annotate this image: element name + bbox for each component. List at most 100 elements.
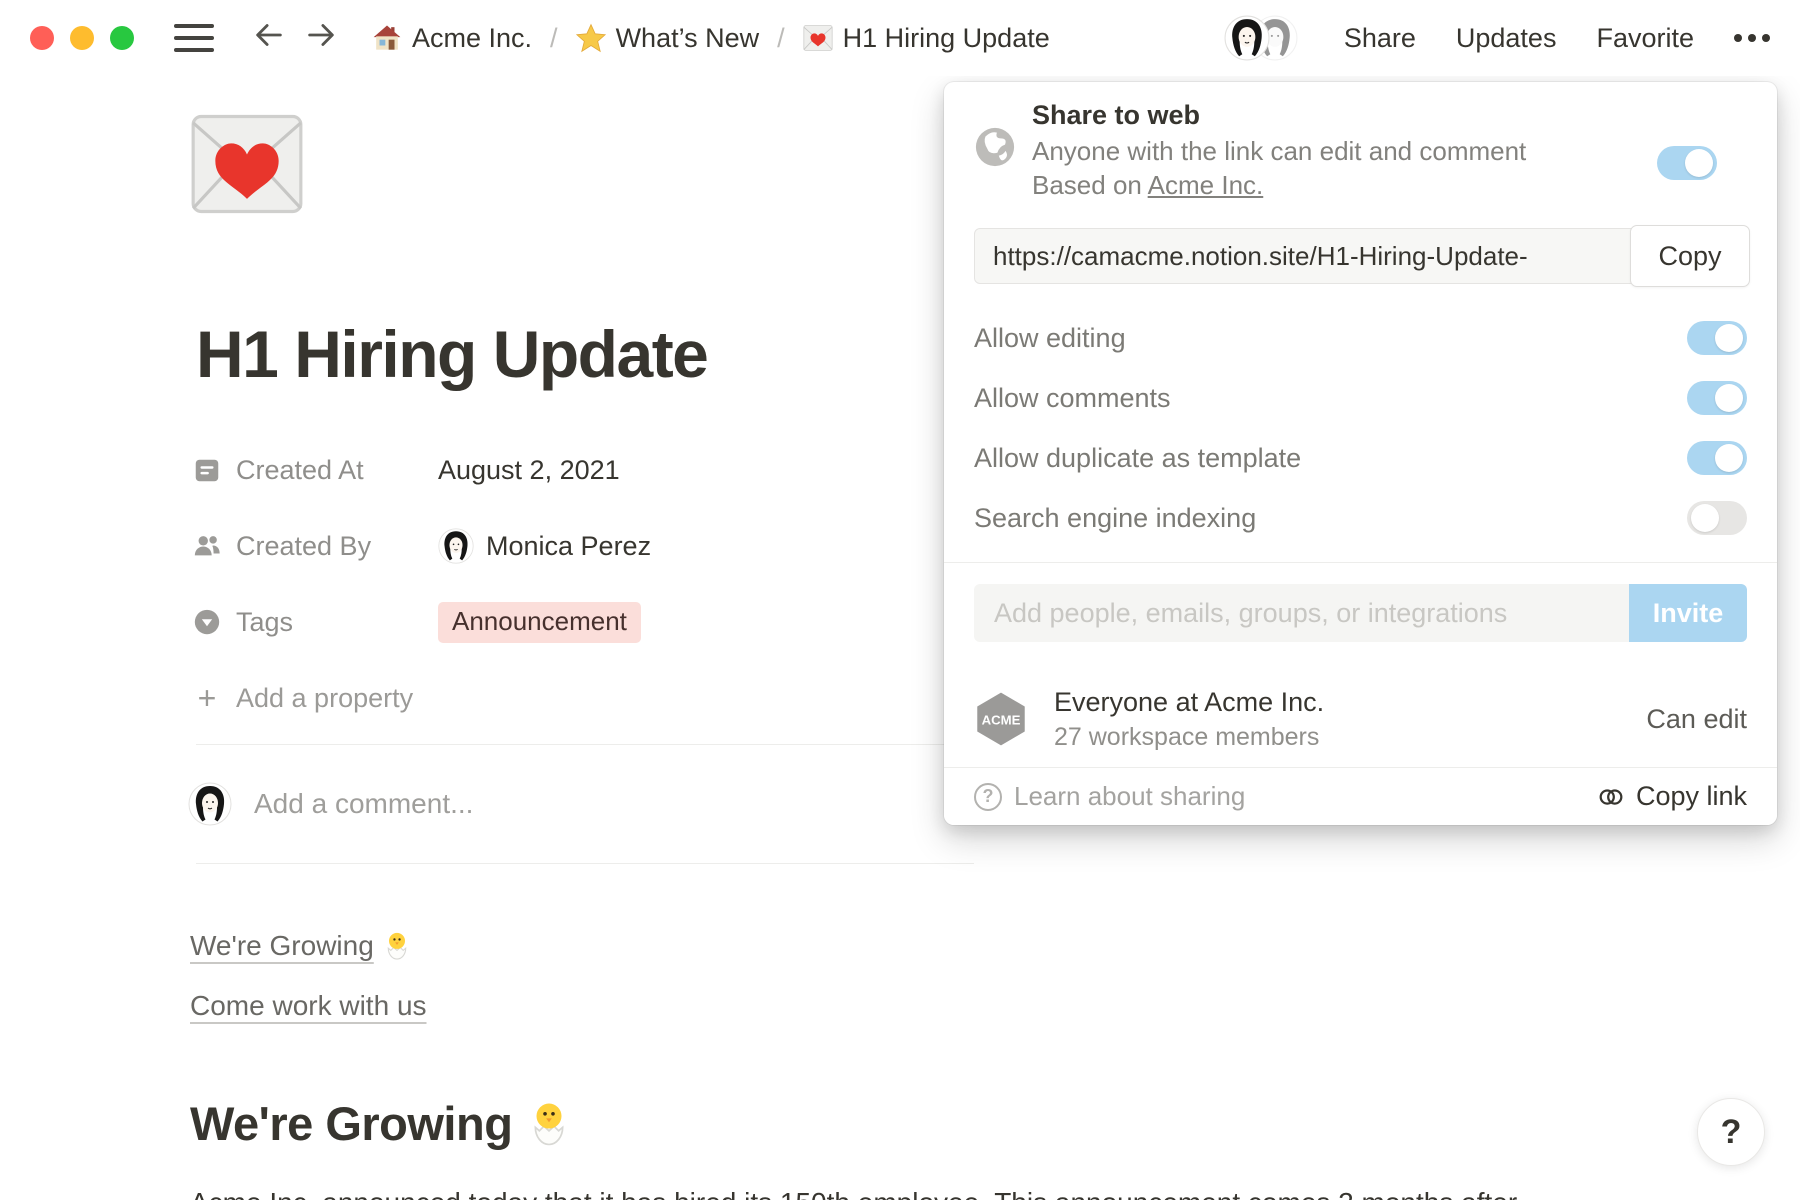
commenter-avatar [188, 782, 232, 826]
invite-people-input[interactable] [974, 584, 1629, 642]
group-info: Everyone at Acme Inc. 27 workspace membe… [1054, 685, 1324, 753]
share-button[interactable]: Share [1344, 23, 1416, 54]
toc-link-come-work-with-us[interactable]: Come work with us [190, 990, 427, 1022]
toc-link-label: Come work with us [190, 990, 427, 1022]
share-settings: Allow editing Allow comments Allow dupli… [974, 308, 1747, 548]
setting-label: Allow editing [974, 323, 1126, 354]
based-on-prefix: Based on [1032, 170, 1148, 200]
learn-about-sharing-link[interactable]: ? Learn about sharing [974, 781, 1245, 812]
property-key-created-at[interactable]: Created At [192, 455, 438, 486]
popover-divider [944, 562, 1777, 563]
setting-search-indexing[interactable]: Search engine indexing [974, 488, 1747, 548]
user-avatar[interactable] [1224, 15, 1270, 61]
svg-text:ACME: ACME [982, 712, 1021, 727]
topbar-actions: Share Updates Favorite [1224, 15, 1770, 61]
property-label: Created By [236, 531, 371, 562]
house-icon [372, 23, 402, 53]
plus-icon: + [192, 680, 222, 717]
history-nav [252, 18, 338, 59]
property-label: Tags [236, 607, 293, 638]
people-icon [192, 531, 222, 561]
property-key-created-by[interactable]: Created By [192, 531, 438, 562]
monica-avatar [438, 528, 474, 564]
setting-label: Search engine indexing [974, 503, 1256, 534]
breadcrumb-separator: / [771, 23, 791, 54]
group-members-count: 27 workspace members [1054, 721, 1324, 753]
tag-announcement[interactable]: Announcement [438, 602, 641, 643]
breadcrumb: Acme Inc. / What’s New / H1 Hiring Updat… [372, 23, 1050, 54]
breadcrumb-label: Acme Inc. [412, 23, 532, 54]
copy-link-button[interactable]: Copy link [1596, 781, 1747, 812]
allow-comments-toggle[interactable] [1687, 381, 1747, 415]
presence-avatars [1224, 15, 1298, 61]
body-paragraph: Acme Inc. announced today that it has hi… [190, 1183, 1620, 1200]
forward-arrow-icon[interactable] [304, 18, 338, 59]
love-letter-icon [803, 23, 833, 53]
invite-button[interactable]: Invite [1629, 584, 1747, 642]
allow-duplicate-toggle[interactable] [1687, 441, 1747, 475]
help-button[interactable]: ? [1697, 1098, 1765, 1166]
minimize-window-button[interactable] [70, 26, 94, 50]
learn-label: Learn about sharing [1014, 781, 1245, 812]
allow-editing-toggle[interactable] [1687, 321, 1747, 355]
property-value-created-at[interactable]: August 2, 2021 [438, 455, 620, 486]
back-arrow-icon[interactable] [252, 18, 286, 59]
setting-label: Allow comments [974, 383, 1171, 414]
breadcrumb-separator: / [544, 23, 564, 54]
hatching-chick-icon [526, 1099, 572, 1149]
page-title[interactable]: H1 Hiring Update [196, 316, 707, 392]
group-name: Everyone at Acme Inc. [1054, 685, 1324, 719]
share-to-web-section: Share to web Anyone with the link can ed… [974, 96, 1747, 202]
property-row-created-at: Created At August 2, 2021 [192, 432, 932, 508]
page-properties: Created At August 2, 2021 Created By Mon… [192, 432, 932, 736]
property-row-tags: Tags Announcement [192, 584, 932, 660]
page-emoji-love-letter[interactable] [190, 112, 304, 216]
created-by-name: Monica Perez [486, 531, 651, 562]
updates-button[interactable]: Updates [1456, 23, 1557, 54]
permission-label: Can edit [1646, 704, 1747, 735]
invite-row: Invite [974, 584, 1747, 642]
acme-logo: ACME [974, 690, 1028, 748]
star-icon [576, 23, 606, 53]
share-to-web-toggle[interactable] [1657, 146, 1717, 180]
search-indexing-toggle[interactable] [1687, 501, 1747, 535]
add-property-label: Add a property [236, 683, 413, 714]
share-to-web-title: Share to web [1032, 96, 1526, 134]
globe-icon [974, 126, 1016, 168]
breadcrumb-item-current-page[interactable]: H1 Hiring Update [803, 23, 1050, 54]
share-to-web-subtitle: Anyone with the link can edit and commen… [1032, 134, 1526, 168]
setting-allow-comments[interactable]: Allow comments [974, 368, 1747, 428]
divider [196, 863, 974, 864]
more-options-icon[interactable] [1734, 34, 1770, 42]
setting-allow-editing[interactable]: Allow editing [974, 308, 1747, 368]
breadcrumb-item-whats-new[interactable]: What’s New [576, 23, 760, 54]
share-url-row: Copy [974, 228, 1747, 286]
popover-footer: ? Learn about sharing Copy link [944, 767, 1777, 825]
comment-composer[interactable]: Add a comment... [188, 782, 473, 826]
breadcrumb-label: H1 Hiring Update [843, 23, 1050, 54]
sidebar-menu-icon[interactable] [174, 24, 214, 52]
property-value-tags[interactable]: Announcement [438, 602, 641, 643]
permission-dropdown[interactable]: Can edit [1646, 704, 1747, 735]
property-value-created-by[interactable]: Monica Perez [438, 528, 651, 564]
toc-link-label: We're Growing [190, 930, 374, 962]
calendar-icon [192, 455, 222, 485]
comment-placeholder: Add a comment... [254, 788, 473, 820]
window-controls [30, 26, 134, 50]
favorite-button[interactable]: Favorite [1596, 23, 1694, 54]
add-property-button[interactable]: + Add a property [192, 660, 932, 736]
select-icon [192, 607, 222, 637]
section-heading-were-growing: We're Growing [190, 1096, 572, 1151]
setting-allow-duplicate[interactable]: Allow duplicate as template [974, 428, 1747, 488]
copy-button[interactable]: Copy [1630, 225, 1750, 287]
close-window-button[interactable] [30, 26, 54, 50]
workspace-group-row[interactable]: ACME Everyone at Acme Inc. 27 workspace … [974, 680, 1747, 758]
based-on-link[interactable]: Acme Inc. [1148, 170, 1264, 200]
toc-link-were-growing[interactable]: We're Growing [190, 930, 427, 962]
property-key-tags[interactable]: Tags [192, 607, 438, 638]
link-icon [1596, 782, 1626, 812]
divider [196, 744, 974, 745]
breadcrumb-item-workspace[interactable]: Acme Inc. [372, 23, 532, 54]
share-popover: Share to web Anyone with the link can ed… [944, 82, 1777, 825]
zoom-window-button[interactable] [110, 26, 134, 50]
